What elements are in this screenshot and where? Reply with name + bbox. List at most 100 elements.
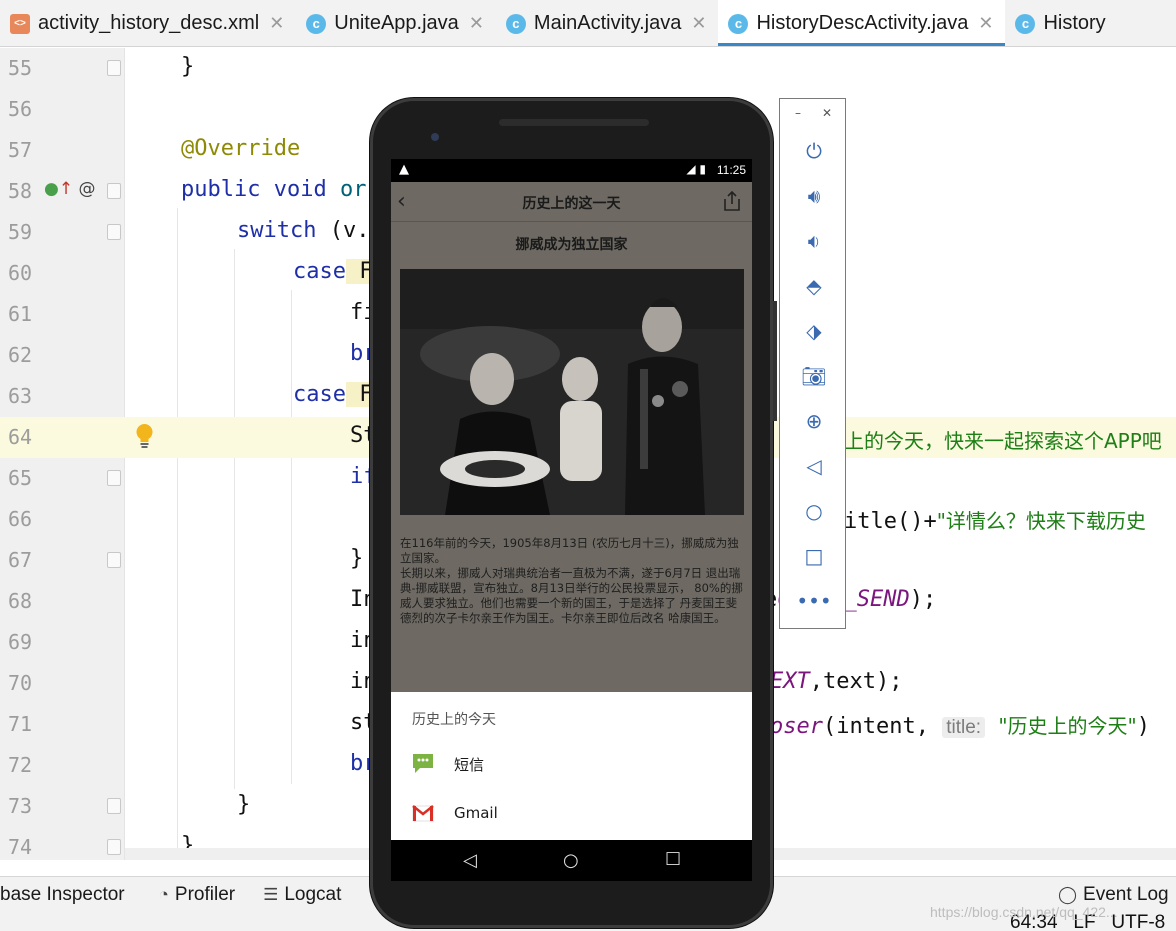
- more-icon[interactable]: •••: [796, 587, 831, 615]
- line-number: 68: [8, 589, 33, 613]
- tool-logcat[interactable]: ☰ Logcat: [263, 884, 341, 906]
- string-literal: "历史上的今天": [998, 714, 1137, 738]
- share-item-label: 短信: [454, 756, 485, 774]
- fold-marker[interactable]: [107, 839, 121, 855]
- line-number: 64: [8, 425, 33, 449]
- tab-label: HistoryDescActivity.java: [756, 12, 969, 34]
- code-text: itle()+: [844, 509, 937, 534]
- volume-up-icon[interactable]: 🔊︎: [800, 182, 828, 210]
- tab-label: MainActivity.java: [533, 12, 682, 34]
- app-title: 历史上的这一天: [522, 196, 621, 212]
- rotate-right-icon[interactable]: ⬗: [800, 317, 828, 345]
- code-text: F: [345, 259, 373, 284]
- line-number: 67: [8, 548, 33, 572]
- file-encoding[interactable]: UTF-8: [1111, 912, 1165, 931]
- code-line: 55 }: [0, 48, 1176, 89]
- tab-label: activity_history_desc.xml: [38, 12, 260, 34]
- line-number: 72: [8, 753, 33, 777]
- tab-uniteapp-java[interactable]: c UniteApp.java ✕: [296, 0, 496, 46]
- fold-marker[interactable]: [107, 470, 121, 486]
- share-item-gmail[interactable]: Gmail: [391, 790, 752, 838]
- minimize-icon[interactable]: –: [795, 106, 801, 120]
- line-number: 71: [8, 712, 33, 736]
- zoom-icon[interactable]: ⊕: [800, 407, 828, 435]
- historical-photo: [400, 269, 744, 515]
- line-number: 69: [8, 630, 33, 654]
- line-number: 60: [8, 261, 33, 285]
- annotation-text: @Override: [181, 136, 301, 161]
- emulator-toolbar: – ✕ ⏻ 🔊︎ 🔉︎ ⬘ ⬗ 📷︎ ⊕ ◁ ○ □ •••: [779, 98, 846, 629]
- article-title: 挪威成为独立国家: [515, 237, 628, 253]
- back-icon[interactable]: ◁: [800, 452, 828, 480]
- logcat-icon: ☰: [263, 884, 279, 904]
- back-triangle-icon[interactable]: ◁: [463, 850, 477, 871]
- device-screen[interactable]: ▲ ◢ ▮ 11:25 ‹ 历史上的这一天 挪威成为独立国家 在116年前的今天…: [391, 159, 752, 881]
- tool-label: base Inspector: [0, 883, 125, 905]
- tool-label: Logcat: [284, 883, 342, 905]
- lightbulb-icon[interactable]: [135, 423, 154, 449]
- line-number: 65: [8, 466, 33, 490]
- emulator-device: ▲ ◢ ▮ 11:25 ‹ 历史上的这一天 挪威成为独立国家 在116年前的今天…: [370, 98, 777, 928]
- code-text: );: [909, 587, 937, 612]
- close-icon[interactable]: ✕: [269, 13, 284, 34]
- share-sheet: 历史上的今天 短信 Gmail: [391, 692, 752, 840]
- code-text: ,text);: [809, 669, 903, 694]
- close-icon[interactable]: ✕: [469, 13, 484, 34]
- home-icon[interactable]: ○: [800, 497, 828, 525]
- volume-down-icon[interactable]: 🔉︎: [800, 227, 828, 255]
- android-nav-bar: ◁ ○ □: [391, 840, 752, 881]
- fold-marker[interactable]: [107, 798, 121, 814]
- tool-label: Event Log: [1083, 883, 1169, 905]
- share-item-sms[interactable]: 短信: [391, 740, 752, 788]
- override-marker-icon[interactable]: ●↑ @: [44, 179, 96, 199]
- keyword-text: case: [293, 382, 346, 407]
- fold-marker[interactable]: [107, 552, 121, 568]
- keyword-text: switch: [237, 218, 317, 243]
- code-text: }: [181, 54, 195, 79]
- watermark: https://blog.csdn.net/qq_422...: [930, 904, 1118, 920]
- overview-icon[interactable]: □: [800, 542, 828, 570]
- rotate-left-icon[interactable]: ⬘: [800, 272, 828, 300]
- power-icon[interactable]: ⏻: [800, 137, 828, 165]
- tool-event-log[interactable]: ◯ Event Log: [1058, 884, 1169, 906]
- class-icon: c: [728, 13, 749, 34]
- sms-icon: [413, 754, 433, 773]
- status-time: 11:25: [716, 163, 746, 177]
- tab-mainactivity-java[interactable]: c MainActivity.java ✕: [496, 0, 719, 46]
- class-icon: c: [306, 13, 327, 34]
- fold-marker[interactable]: [107, 224, 121, 240]
- keyword-text: case: [293, 259, 346, 284]
- close-icon[interactable]: ✕: [822, 106, 832, 120]
- line-number: 59: [8, 220, 33, 244]
- overview-square-icon[interactable]: □: [665, 848, 681, 868]
- class-icon: c: [1015, 13, 1036, 34]
- fold-marker[interactable]: [107, 183, 121, 199]
- fold-marker[interactable]: [107, 60, 121, 76]
- line-number: 57: [8, 138, 33, 162]
- gmail-icon: [412, 805, 434, 822]
- line-number: 62: [8, 343, 33, 367]
- line-number: 58: [8, 179, 33, 203]
- screenshot-camera-icon[interactable]: 📷︎: [800, 362, 828, 390]
- string-literal: 上的今天，快来一起探索这个APP吧: [844, 429, 1162, 453]
- phone-side-button: [773, 301, 777, 421]
- app-content: ‹ 历史上的这一天 挪威成为独立国家 在116年前的今天，1905年8月13日 …: [391, 182, 752, 692]
- home-circle-icon[interactable]: ○: [563, 850, 579, 871]
- share-icon[interactable]: [722, 190, 742, 212]
- line-number: 74: [8, 835, 33, 859]
- tab-historydescactivity-java[interactable]: c HistoryDescActivity.java ✕: [718, 0, 1006, 46]
- code-text: (intent,: [822, 714, 943, 739]
- tool-label: Profiler: [174, 883, 236, 905]
- tab-activity-history-desc-xml[interactable]: <> activity_history_desc.xml ✕: [0, 0, 296, 46]
- close-icon[interactable]: ✕: [691, 13, 706, 34]
- tool-profiler[interactable]: ◔ Profiler: [159, 884, 235, 906]
- close-icon[interactable]: ✕: [978, 13, 993, 34]
- camera-icon: [431, 133, 439, 141]
- parameter-hint: title:: [942, 717, 986, 738]
- app-bar: ‹ 历史上的这一天: [391, 182, 752, 222]
- share-item-label: Gmail: [454, 804, 498, 822]
- tool-database-inspector[interactable]: base Inspector: [0, 884, 125, 906]
- tab-history[interactable]: c History: [1005, 0, 1117, 46]
- warning-icon: ▲: [399, 162, 409, 177]
- phone-speaker: [499, 119, 649, 126]
